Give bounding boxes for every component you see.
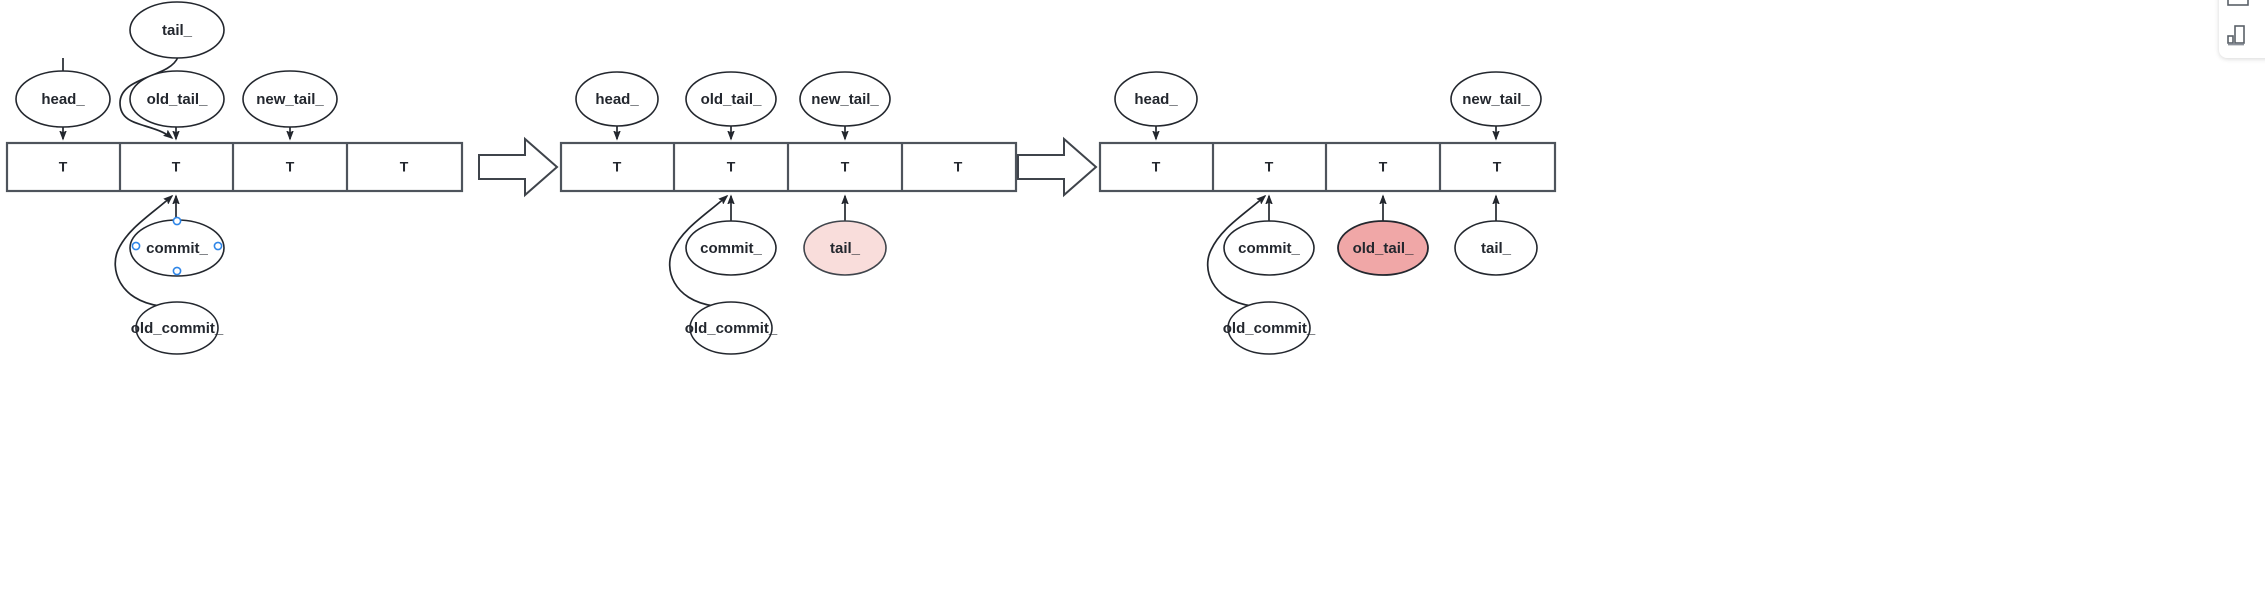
- panel-2-cell-1-label: T: [613, 159, 622, 175]
- panel-2-commit-label: commit_: [700, 240, 762, 257]
- panel-1-node-head[interactable]: head_: [15, 70, 111, 128]
- panel-3-node-commit[interactable]: commit_: [1223, 220, 1315, 276]
- panel-1-commit-handle-left[interactable]: [131, 241, 141, 251]
- panel-2-node-old-tail[interactable]: old_tail_: [685, 71, 777, 127]
- panel-1-cell-3-label: T: [286, 159, 295, 175]
- panel-3-new-tail-label: new_tail_: [1462, 91, 1530, 108]
- panel-1-cell-4-label: T: [400, 159, 409, 175]
- panel-1-commit-handle-top[interactable]: [172, 216, 182, 226]
- panel-1-tail-label: tail_: [162, 22, 193, 39]
- panel-2-node-new-tail[interactable]: new_tail_: [799, 71, 891, 127]
- panel-1-node-old-commit[interactable]: old_commit_: [131, 301, 224, 355]
- panel-1-cell-row[interactable]: T T T T: [5, 141, 464, 193]
- panel-3-cell-3-label: T: [1379, 159, 1388, 175]
- panel-2-cell-4-label: T: [954, 159, 963, 175]
- panel-1-old-tail-label: old_tail_: [147, 91, 209, 108]
- panel-1-commit-handle-bottom[interactable]: [172, 266, 182, 276]
- panel-2-head-label: head_: [595, 91, 639, 108]
- panel-3-node-old-commit[interactable]: old_commit_: [1223, 301, 1316, 355]
- panel-3-cell-row[interactable]: T T T T: [1098, 141, 1557, 193]
- panel-3-cell-row-outline[interactable]: [1098, 141, 1557, 193]
- panel-1-commit-handle-right[interactable]: [213, 241, 223, 251]
- panel-2-new-tail-label: new_tail_: [811, 91, 879, 108]
- panel-3-cell-1-label: T: [1152, 159, 1161, 175]
- panel-1-node-commit[interactable]: commit_: [129, 216, 225, 277]
- panel-2-cell-2-label: T: [727, 159, 736, 175]
- panel-1-commit-label: commit_: [146, 240, 208, 257]
- panel-1-cell-row-outline[interactable]: [5, 141, 464, 193]
- bar-chart-shape-icon[interactable]: [2227, 24, 2253, 46]
- block-arrow-right-icon[interactable]: [478, 136, 559, 198]
- transition-arrow-1-2[interactable]: [478, 136, 559, 198]
- panel-1-cell-2-label: T: [172, 159, 181, 175]
- panel-1-cell-1-label: T: [59, 159, 68, 175]
- panel-3-old-tail-label: old_tail_: [1353, 240, 1415, 257]
- panel-3-commit-label: commit_: [1238, 240, 1300, 257]
- diagram-canvas[interactable]: T T T T tail_ head_ old_tail_ new_tail_ …: [0, 0, 2265, 589]
- panel-2-old-tail-label: old_tail_: [701, 91, 763, 108]
- panel-2[interactable]: T T T T head_ old_tail_ new_tail_ commit…: [559, 71, 1018, 355]
- panel-2-old-commit-label: old_commit_: [685, 320, 778, 337]
- panel-3-cell-2-label: T: [1265, 159, 1274, 175]
- panel-2-cell-3-label: T: [841, 159, 850, 175]
- transition-arrow-2-3[interactable]: [1017, 136, 1098, 198]
- panel-3-node-old-tail[interactable]: old_tail_: [1337, 220, 1429, 276]
- panel-3-head-label: head_: [1134, 91, 1178, 108]
- diagram-svg[interactable]: T T T T tail_ head_ old_tail_ new_tail_ …: [0, 0, 2265, 589]
- panel-1[interactable]: T T T T tail_ head_ old_tail_ new_tail_ …: [5, 1, 464, 355]
- panel-1-old-commit-label: old_commit_: [131, 320, 224, 337]
- panel-2-node-head[interactable]: head_: [575, 71, 659, 127]
- panel-3-tail-label: tail_: [1481, 240, 1512, 257]
- panel-3[interactable]: T T T T head_ new_tail_ commit_ old_tail…: [1098, 71, 1557, 355]
- panel-2-node-tail[interactable]: tail_: [803, 220, 887, 276]
- block-arrow-right-icon-2[interactable]: [1017, 136, 1098, 198]
- panel-1-new-tail-label: new_tail_: [256, 91, 324, 108]
- panel-3-node-tail[interactable]: tail_: [1454, 220, 1538, 276]
- panel-1-node-tail[interactable]: tail_: [129, 1, 225, 59]
- panel-2-tail-label: tail_: [830, 240, 861, 257]
- panel-3-cell-4-label: T: [1493, 159, 1502, 175]
- panel-3-node-head[interactable]: head_: [1114, 71, 1198, 127]
- panel-3-old-commit-label: old_commit_: [1223, 320, 1316, 337]
- panel-1-head-label: head_: [41, 91, 85, 108]
- panel-1-node-new-tail[interactable]: new_tail_: [242, 70, 338, 128]
- rectangle-shape-icon[interactable]: [2227, 0, 2249, 6]
- panel-3-node-new-tail[interactable]: new_tail_: [1450, 71, 1542, 127]
- panel-2-cell-row[interactable]: T T T T: [559, 141, 1018, 193]
- panel-2-node-commit[interactable]: commit_: [685, 220, 777, 276]
- panel-1-node-old-tail[interactable]: old_tail_: [129, 70, 225, 128]
- panel-2-node-old-commit[interactable]: old_commit_: [685, 301, 778, 355]
- shape-picker-panel[interactable]: [2219, 0, 2265, 58]
